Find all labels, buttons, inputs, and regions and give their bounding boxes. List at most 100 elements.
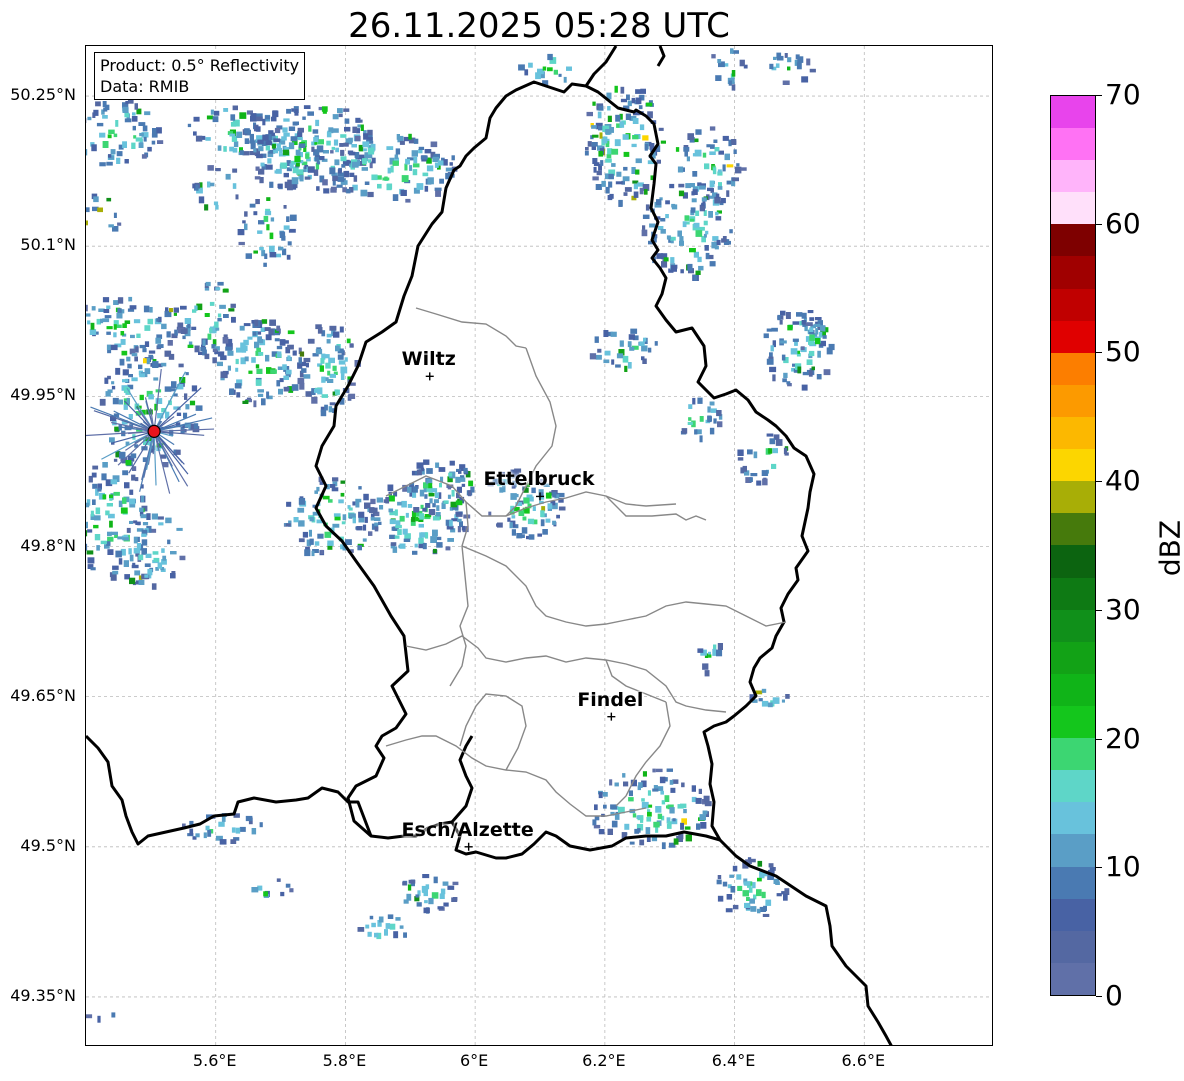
echo-pixel <box>370 498 376 505</box>
echo-pixel <box>356 526 363 531</box>
echo-pixel <box>349 513 356 518</box>
echo-pixel <box>252 331 257 336</box>
echo-pixel <box>822 335 827 339</box>
lat-tick-label: 50.1°N <box>20 235 76 255</box>
echo-pixel <box>647 347 652 353</box>
echo-pixel <box>253 211 258 216</box>
echo-pixel <box>110 149 116 155</box>
echo-pixel <box>511 529 516 536</box>
echo-pixel <box>348 393 356 399</box>
echo-pixel <box>396 134 400 140</box>
echo-pixel <box>661 800 666 805</box>
echo-pixel <box>278 246 284 251</box>
echo-pixel <box>204 204 209 211</box>
echo-pixel <box>808 370 813 377</box>
echo-pixel <box>597 111 602 119</box>
north-border-2 <box>656 46 666 67</box>
echo-pixel <box>714 147 720 152</box>
echo-pixel <box>209 301 215 306</box>
echo-pixel <box>232 168 238 173</box>
echo-pixel <box>236 347 243 353</box>
echo-pixel <box>636 815 641 819</box>
echo-pixel <box>358 511 365 518</box>
echo-pixel <box>685 834 692 842</box>
echo-pixel <box>646 816 652 822</box>
echo-pixel <box>348 151 356 156</box>
echo-pixel <box>106 326 113 330</box>
echo-pixel <box>135 137 143 142</box>
echo-pixel <box>455 500 463 506</box>
echo-pixel <box>412 486 418 493</box>
map-area[interactable] <box>85 45 993 1046</box>
echo-pixel <box>604 173 609 180</box>
echo-pixel <box>689 248 696 253</box>
echo-pixel <box>611 820 618 828</box>
echo-pixel <box>711 54 716 59</box>
echo-pixel <box>412 169 418 176</box>
echo-pixel <box>413 138 419 144</box>
echo-pixel <box>781 354 786 361</box>
echo-pixel <box>658 127 664 131</box>
echo-pixel <box>593 167 597 173</box>
echo-pixel <box>313 137 319 143</box>
echo-pixel <box>362 524 367 531</box>
echo-pixel <box>681 782 685 788</box>
echo-pixel <box>750 473 758 477</box>
echo-pixel <box>272 110 279 118</box>
echo-pixel <box>547 53 553 61</box>
echo-pixel <box>122 497 127 504</box>
echo-pixel <box>399 925 404 929</box>
echo-pixel <box>117 297 124 304</box>
echo-pixel <box>761 470 768 476</box>
echo-pixel <box>122 106 129 112</box>
echo-pixel <box>107 536 114 542</box>
echo-pixel <box>239 150 244 155</box>
echo-pixel <box>785 312 791 319</box>
echo-pixel <box>193 423 199 429</box>
echo-pixel <box>699 435 703 443</box>
echo-pixel <box>603 804 607 809</box>
echo-pixel <box>355 117 361 123</box>
echo-pixel <box>670 257 675 263</box>
echo-pixel <box>732 865 738 872</box>
echo-pixel <box>589 353 597 360</box>
echo-pixel <box>678 190 685 197</box>
echo-pixel <box>740 167 747 171</box>
echo-pixel <box>401 175 409 183</box>
echo-pixel <box>157 140 164 144</box>
colorbar-segment <box>1051 866 1095 899</box>
echo-pixel <box>784 53 788 58</box>
echo-pixel <box>591 142 598 147</box>
echo-pixel <box>215 327 220 331</box>
echo-pixel <box>709 151 716 155</box>
radar-site-marker <box>147 424 161 438</box>
echo-pixel <box>133 319 141 324</box>
echo-pixel <box>786 381 791 385</box>
echo-pixel <box>365 924 370 929</box>
echo-pixel <box>87 557 95 564</box>
echo-pixel <box>669 779 674 785</box>
echo-pixel <box>130 334 135 339</box>
echo-pixel <box>637 785 641 791</box>
colorbar-segment <box>1051 770 1095 803</box>
echo-pixel <box>236 392 241 398</box>
echo-pixel <box>139 373 145 378</box>
echo-pixel <box>591 125 597 129</box>
echo-pixel <box>630 328 638 334</box>
echo-pixel <box>340 134 347 138</box>
echo-pixel <box>707 415 712 423</box>
echo-pixel <box>415 894 419 898</box>
echo-pixel <box>635 158 642 164</box>
echo-pixel <box>106 161 113 166</box>
echo-pixel <box>374 517 381 521</box>
echo-pixel <box>618 199 623 207</box>
echo-pixel <box>628 334 635 340</box>
echo-pixel <box>122 537 129 541</box>
lat-tick-label: 50.25°N <box>10 85 76 105</box>
echo-pixel <box>388 495 395 502</box>
echo-pixel <box>104 315 112 319</box>
echo-pixel <box>642 135 649 141</box>
echo-pixel <box>340 480 346 484</box>
echo-pixel <box>185 404 190 410</box>
lat-tick-label: 49.8°N <box>20 535 76 555</box>
